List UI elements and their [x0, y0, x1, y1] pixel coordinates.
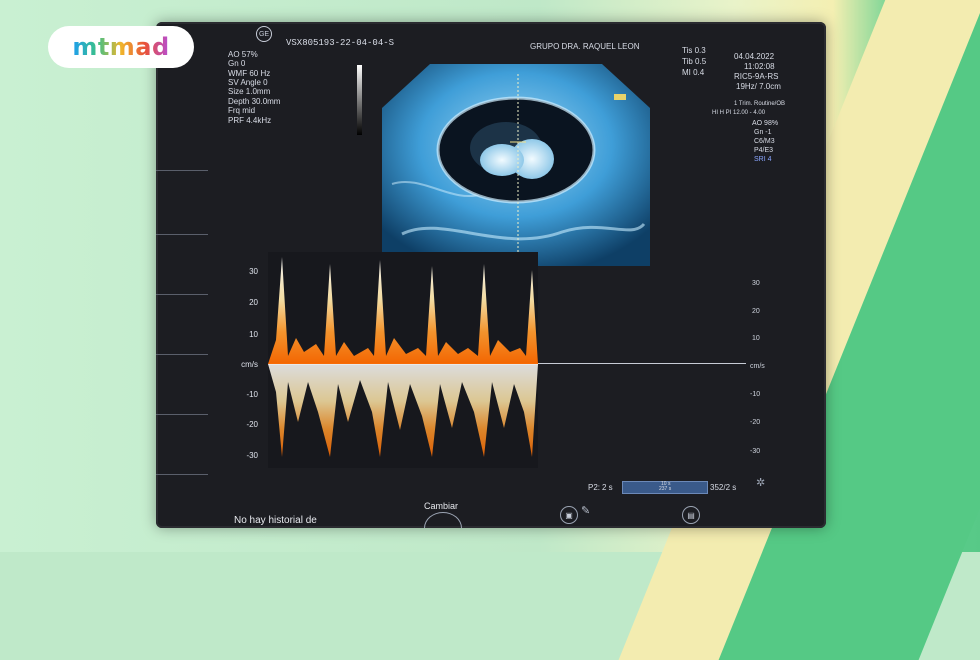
mtmad-logo: mtmad: [48, 26, 194, 68]
right-tick: 30: [752, 280, 760, 287]
scan-button-icon[interactable]: [424, 512, 462, 528]
right-param: AO 98%: [752, 120, 779, 127]
sidebar-line: [156, 294, 208, 295]
ge-logo-icon: GE: [256, 26, 272, 42]
left-tick: -20: [246, 420, 258, 429]
clinic-name: GRUPO DRA. RAQUEL LEON: [530, 42, 640, 51]
right-param: Gn -1: [754, 129, 772, 136]
mi: MI 0.4: [682, 68, 705, 77]
pen-icon[interactable]: ✎: [581, 506, 590, 517]
doppler-waveform: [268, 252, 538, 468]
left-tick: cm/s: [241, 360, 258, 369]
ti-s: Tis 0.3: [682, 46, 706, 55]
left-param: Size 1.0mm: [228, 87, 271, 96]
sidebar-line: [156, 474, 208, 475]
right-param: 1 Trim. Routine/OB: [734, 101, 786, 107]
p2-label: P2:: [588, 483, 601, 492]
patient-id: VSX805193-22-04-04-S: [286, 38, 395, 48]
sidebar-line: [156, 354, 208, 355]
baseline: [538, 363, 746, 364]
left-param: PRF 4.4kHz: [228, 116, 272, 125]
left-param: Frq mid: [228, 106, 256, 115]
time: 11:02:08: [744, 62, 775, 71]
left-tick: 30: [249, 267, 258, 276]
date: 04.04.2022: [734, 52, 775, 61]
right-param: HI H PI 12.00 - 4.00: [712, 110, 766, 116]
right-tick: 20: [752, 308, 760, 315]
left-param: SV Angle 0: [228, 78, 268, 87]
time-right: 352/2 s: [710, 483, 737, 492]
right-param: P4/E3: [754, 147, 774, 154]
cambiar-label: Cambiar: [424, 501, 459, 511]
settings-icon[interactable]: ✲: [756, 478, 765, 489]
frequency: 19Hz/ 7.0cm: [736, 82, 781, 91]
left-param: Gn 0: [228, 59, 246, 68]
left-tick: 10: [249, 330, 258, 339]
grayscale-bar: [357, 65, 362, 135]
ultrasound-screen: GE VSX805193-22-04-04-S GRUPO DRA. RAQUE…: [156, 22, 826, 528]
left-tick: 20: [249, 298, 258, 307]
time-bar-bottom: 237 s: [659, 486, 672, 492]
p2-value: 2 s: [602, 483, 613, 492]
print-icon[interactable]: ▤: [682, 506, 700, 524]
mtmad-logo-text: mtmad: [72, 33, 170, 61]
left-param: AO 57%: [228, 50, 258, 59]
sidebar-line: [156, 170, 208, 171]
right-param: SRI 4: [754, 156, 772, 163]
right-tick: -10: [750, 391, 761, 398]
left-tick: -30: [246, 451, 258, 460]
time-bar[interactable]: 10 s 237 s: [622, 481, 708, 494]
right-tick: -30: [750, 448, 761, 455]
right-tick: 10: [752, 335, 760, 342]
history-text: No hay historial de: [234, 515, 317, 526]
left-param: WMF 60 Hz: [228, 69, 271, 78]
probe: RIC5-9A-RS: [734, 72, 779, 81]
sidebar-line: [156, 414, 208, 415]
left-tick: -10: [246, 390, 258, 399]
sidebar-line: [156, 234, 208, 235]
scan-button-icon[interactable]: ▣: [560, 506, 578, 524]
right-param: C6/M3: [754, 138, 775, 145]
ultrasound-image: [382, 64, 650, 266]
left-param: Depth 30.0mm: [228, 97, 281, 106]
right-tick: -20: [750, 419, 761, 426]
right-tick: cm/s: [750, 363, 765, 370]
ti-b: Tib 0.5: [682, 57, 707, 66]
